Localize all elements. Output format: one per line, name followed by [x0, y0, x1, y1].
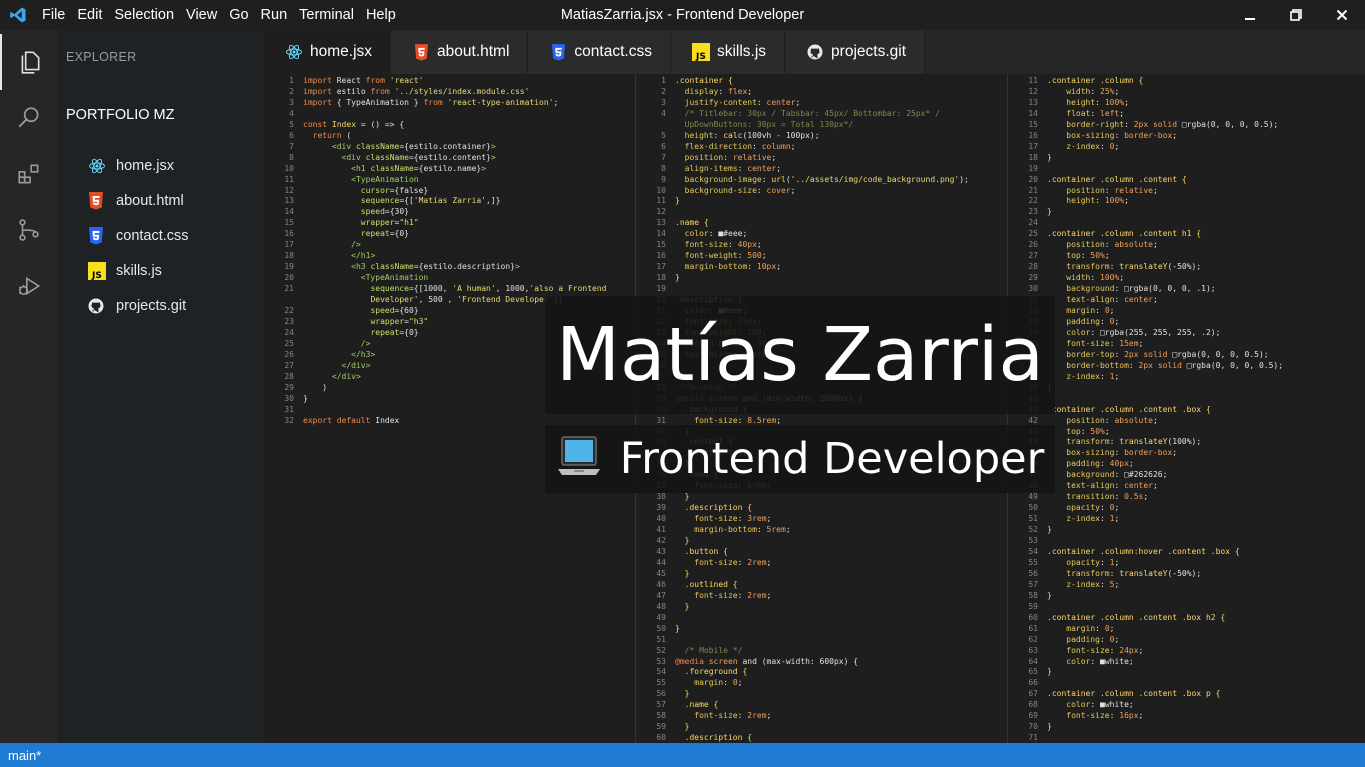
- file-item-skills[interactable]: JS skills.js: [88, 253, 189, 288]
- github-icon: [805, 42, 825, 62]
- file-list: home.jsx about.html contact.css JS skill…: [88, 148, 189, 323]
- tab-home[interactable]: home.jsx: [264, 30, 392, 74]
- tab-projects[interactable]: projects.git: [785, 30, 925, 74]
- tab-about[interactable]: about.html: [391, 30, 529, 74]
- menu-selection[interactable]: Selection: [108, 0, 180, 30]
- minimize-button[interactable]: [1227, 0, 1273, 30]
- tab-label: skills.js: [716, 43, 767, 60]
- source-control-activity-button[interactable]: [0, 202, 58, 258]
- file-label: skills.js: [116, 262, 162, 279]
- react-icon: [88, 156, 110, 176]
- minimize-icon: [1245, 18, 1255, 20]
- search-icon: [18, 107, 39, 128]
- tab-label: home.jsx: [310, 43, 373, 60]
- tab-label: projects.git: [831, 43, 906, 60]
- file-item-about[interactable]: about.html: [88, 183, 189, 218]
- html5-icon: [88, 191, 110, 211]
- tab-skills[interactable]: JS skills.js: [670, 30, 786, 74]
- restore-icon: [1290, 9, 1302, 21]
- run-debug-activity-button[interactable]: [0, 258, 58, 314]
- run-debug-icon: [18, 276, 41, 296]
- menu-edit[interactable]: Edit: [71, 0, 108, 30]
- file-item-home[interactable]: home.jsx: [88, 148, 189, 183]
- file-label: contact.css: [116, 227, 189, 244]
- maximize-button[interactable]: [1273, 0, 1319, 30]
- hero-role-banner: Frontend Developer: [545, 425, 1055, 493]
- extensions-icon: [18, 164, 39, 184]
- workspace-folder[interactable]: PORTFOLIO MZ: [66, 107, 175, 123]
- source-control-icon: [19, 219, 39, 241]
- close-button[interactable]: [1319, 0, 1365, 30]
- menu-help[interactable]: Help: [360, 0, 402, 30]
- git-branch[interactable]: main*: [8, 748, 41, 763]
- tab-label: contact.css: [574, 43, 652, 60]
- title-bar: File Edit Selection View Go Run Terminal…: [0, 0, 1365, 30]
- explorer-sidebar: EXPLORER PORTFOLIO MZ home.jsx about.htm…: [58, 30, 264, 743]
- react-icon: [284, 42, 304, 62]
- file-item-contact[interactable]: contact.css: [88, 218, 189, 253]
- editor-pane-css-2[interactable]: 11 .container .column { 12 width: 25%; 13…: [1008, 74, 1365, 743]
- github-icon: [88, 296, 110, 316]
- explorer-title: EXPLORER: [66, 50, 137, 64]
- svg-text:JS: JS: [91, 271, 102, 280]
- hero-name: Matías Zarria: [556, 312, 1044, 398]
- javascript-icon: JS: [88, 261, 110, 281]
- tab-label: about.html: [437, 43, 510, 60]
- extensions-activity-button[interactable]: [0, 146, 58, 202]
- close-icon: [1336, 9, 1348, 21]
- hero-role: Frontend Developer: [619, 434, 1045, 484]
- css3-icon: [88, 226, 110, 246]
- hero-name-banner: Matías Zarria: [545, 296, 1055, 414]
- svg-text:JS: JS: [695, 52, 706, 61]
- files-icon: [21, 51, 40, 74]
- menu-view[interactable]: View: [180, 0, 223, 30]
- search-activity-button[interactable]: [0, 90, 58, 146]
- tab-contact[interactable]: contact.css: [528, 30, 671, 74]
- vscode-logo-icon: [0, 0, 36, 30]
- menu-run[interactable]: Run: [255, 0, 294, 30]
- file-label: projects.git: [116, 297, 187, 314]
- editor-tabs: home.jsx about.html contact.css JS skill…: [264, 30, 1365, 74]
- menu-terminal[interactable]: Terminal: [293, 0, 360, 30]
- javascript-icon: JS: [691, 42, 711, 62]
- status-bar: main*: [0, 743, 1365, 767]
- file-label: home.jsx: [116, 157, 175, 174]
- file-item-projects[interactable]: projects.git: [88, 288, 189, 323]
- explorer-activity-button[interactable]: [0, 34, 58, 90]
- css3-icon: [548, 42, 568, 62]
- html5-icon: [411, 42, 431, 62]
- menu-go[interactable]: Go: [223, 0, 254, 30]
- laptop-icon: [556, 435, 602, 483]
- menu-bar: File Edit Selection View Go Run Terminal…: [36, 0, 402, 30]
- menu-file[interactable]: File: [36, 0, 71, 30]
- activity-bar: [0, 30, 58, 743]
- window-controls: [1227, 0, 1365, 30]
- file-label: about.html: [116, 192, 184, 209]
